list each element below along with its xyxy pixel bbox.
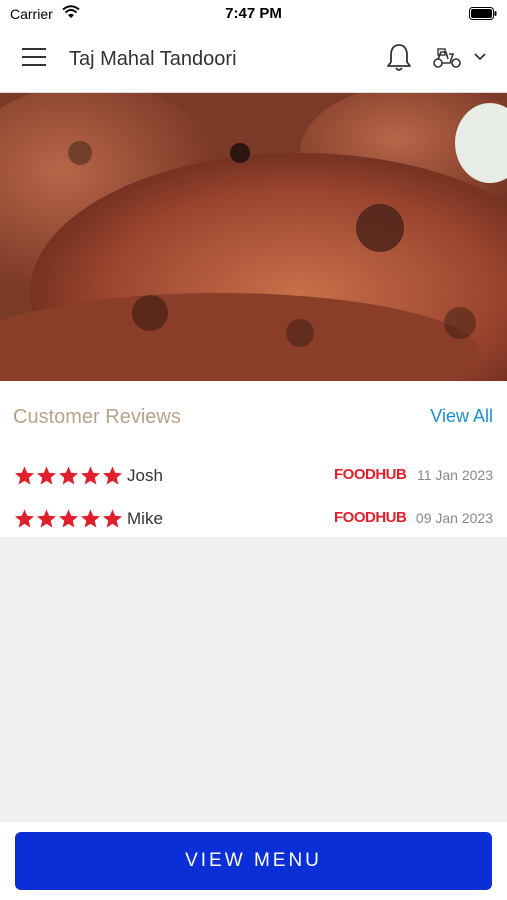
review-source-logo: FOODHUB	[334, 466, 407, 483]
battery-icon	[469, 7, 497, 20]
review-source-logo: FOODHUB	[334, 509, 407, 526]
star-icon	[80, 466, 101, 485]
star-rating	[14, 508, 123, 529]
status-time: 7:47 PM	[225, 5, 282, 22]
star-icon	[14, 509, 35, 528]
review-date: 11 Jan 2023	[416, 467, 493, 483]
star-icon	[102, 466, 123, 485]
reviewer-name: Josh	[127, 466, 163, 485]
view-all-link[interactable]: View All	[430, 406, 493, 427]
star-rating	[14, 465, 123, 486]
reviewer-name: Mike	[127, 509, 163, 528]
customer-reviews-section: Customer Reviews View All Josh FOODHUB 1…	[0, 381, 507, 537]
status-bar: Carrier 7:47 PM	[0, 0, 507, 28]
star-icon	[36, 466, 57, 485]
bell-icon[interactable]	[385, 42, 413, 74]
star-icon	[58, 509, 79, 528]
review-item: Josh FOODHUB 11 Jan 2023	[0, 461, 507, 491]
app-header: Taj Mahal Tandoori	[0, 28, 507, 93]
delivery-scooter-icon[interactable]	[432, 46, 462, 70]
restaurant-hero-image	[0, 93, 507, 381]
reviews-title: Customer Reviews	[13, 406, 181, 428]
footer-bar: VIEW MENU	[0, 822, 507, 900]
chevron-down-icon[interactable]	[473, 52, 487, 62]
menu-icon[interactable]	[22, 48, 48, 70]
star-icon	[14, 466, 35, 485]
view-menu-button[interactable]: VIEW MENU	[15, 832, 492, 890]
star-icon	[80, 509, 101, 528]
review-date: 09 Jan 2023	[415, 510, 493, 526]
star-icon	[58, 466, 79, 485]
star-icon	[102, 509, 123, 528]
page-title: Taj Mahal Tandoori	[69, 48, 237, 70]
review-item: Mike FOODHUB 09 Jan 2023	[0, 504, 507, 534]
star-icon	[36, 509, 57, 528]
